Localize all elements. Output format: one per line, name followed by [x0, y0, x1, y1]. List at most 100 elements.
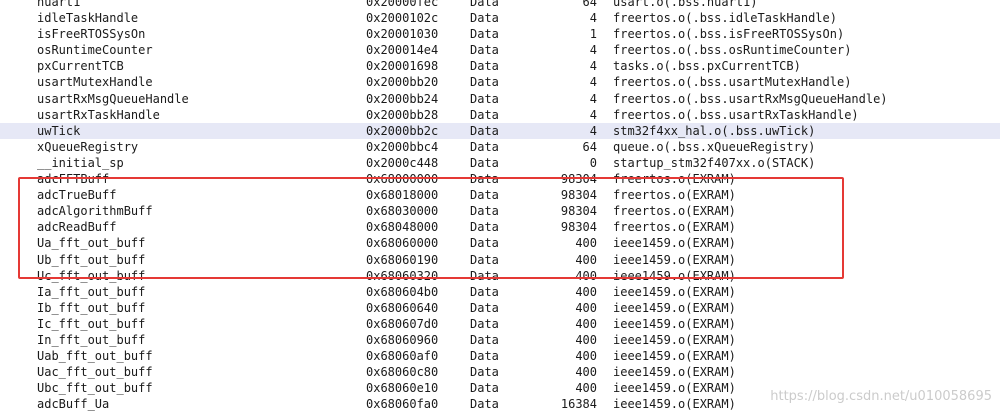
table-row[interactable]: Ic_fft_out_buff 0x680607d0 Data 400 ieee1459… — [0, 316, 1000, 332]
table-row[interactable]: pxCurrentTCB 0x20001698 Data 4 tasks.o(.bss.… — [0, 58, 1000, 74]
symbol-size: 98304 — [560, 188, 597, 203]
symbol-type: Data — [470, 268, 499, 283]
symbol-object: ieee1459.o(EXRAM) — [613, 284, 736, 299]
symbol-type: Data — [470, 252, 499, 267]
symbol-address: 0x2000bb28 — [366, 107, 439, 122]
symbol-address: 0x20000fec — [366, 0, 439, 9]
table-row[interactable]: adcFFTBuff 0x68000000 Data 98304 freertos.o(… — [0, 171, 1000, 187]
symbol-type: Data — [470, 332, 499, 347]
table-row[interactable]: Ib_fft_out_buff 0x68060640 Data 400 ieee1459… — [0, 300, 1000, 316]
symbol-size: 400 — [575, 252, 597, 267]
symbol-address: 0x68018000 — [366, 188, 439, 203]
symbol-name: idleTaskHandle — [37, 11, 139, 26]
symbol-type: Data — [470, 139, 499, 154]
symbol-address: 0x68060e10 — [366, 381, 439, 396]
symbol-size: 64 — [582, 139, 597, 154]
table-row[interactable]: Ia_fft_out_buff 0x680604b0 Data 400 ieee1459… — [0, 284, 1000, 300]
table-row[interactable]: adcTrueBuff 0x68018000 Data 98304 freertos.o… — [0, 187, 1000, 203]
symbol-size: 4 — [589, 107, 597, 122]
symbol-size: 400 — [575, 268, 597, 283]
table-row[interactable]: usartRxTaskHandle 0x2000bb28 Data 4 freertos… — [0, 107, 1000, 123]
table-row[interactable]: In_fft_out_buff 0x68060960 Data 400 ieee1459… — [0, 332, 1000, 348]
symbol-size: 98304 — [560, 220, 597, 235]
symbol-size: 400 — [575, 300, 597, 315]
table-row[interactable]: adcReadBuff 0x68048000 Data 98304 freertos.o… — [0, 219, 1000, 235]
symbol-size: 98304 — [560, 172, 597, 187]
symbol-name: Ib_fft_out_buff — [37, 300, 146, 315]
symbol-object: ieee1459.o(EXRAM) — [613, 252, 736, 267]
symbol-address: 0x2000bbc4 — [366, 139, 439, 154]
symbol-object: tasks.o(.bss.pxCurrentTCB) — [613, 59, 801, 74]
symbol-size: 1 — [589, 27, 597, 42]
symbol-object: freertos.o(.bss.usartRxTaskHandle) — [613, 107, 859, 122]
symbol-type: Data — [470, 220, 499, 235]
table-row[interactable]: idleTaskHandle 0x2000102c Data 4 freertos.o(… — [0, 10, 1000, 26]
symbol-name: Uac_fft_out_buff — [37, 365, 153, 380]
symbol-object: usart.o(.bss.huart1) — [613, 0, 758, 9]
symbol-type: Data — [470, 155, 499, 170]
symbol-name: Ic_fft_out_buff — [37, 316, 146, 331]
symbol-name: huart1 — [37, 0, 81, 9]
table-row[interactable]: Uac_fft_out_buff 0x68060c80 Data 400 ieee145… — [0, 364, 1000, 380]
symbol-name: Ubc_fft_out_buff — [37, 381, 153, 396]
table-row[interactable]: Uc_fft_out_buff 0x68060320 Data 400 ieee1459… — [0, 268, 1000, 284]
table-row[interactable]: usartMutexHandle 0x2000bb20 Data 4 freertos.… — [0, 74, 1000, 90]
symbol-type: Data — [470, 91, 499, 106]
table-row[interactable]: xQueueRegistry 0x2000bbc4 Data 64 queue.o(.b… — [0, 139, 1000, 155]
symbol-address: 0x2000c448 — [366, 155, 439, 170]
symbol-address: 0x68060640 — [366, 300, 439, 315]
symbol-address: 0x68000000 — [366, 172, 439, 187]
symbol-object: queue.o(.bss.xQueueRegistry) — [613, 139, 816, 154]
symbol-address: 0x68060960 — [366, 332, 439, 347]
symbol-object: ieee1459.o(EXRAM) — [613, 316, 736, 331]
symbol-address: 0x680607d0 — [366, 316, 439, 331]
symbol-type: Data — [470, 107, 499, 122]
symbol-size: 400 — [575, 316, 597, 331]
symbol-object: freertos.o(.bss.osRuntimeCounter) — [613, 43, 852, 58]
symbol-object: ieee1459.o(EXRAM) — [613, 381, 736, 396]
symbol-address: 0x68030000 — [366, 204, 439, 219]
symbol-object: ieee1459.o(EXRAM) — [613, 332, 736, 347]
symbol-object: ieee1459.o(EXRAM) — [613, 300, 736, 315]
symbol-name: adcFFTBuff — [37, 172, 110, 187]
table-row[interactable]: Uab_fft_out_buff 0x68060af0 Data 400 ieee145… — [0, 348, 1000, 364]
symbol-object: freertos.o(.bss.usartMutexHandle) — [613, 75, 852, 90]
table-row[interactable]: Ub_fft_out_buff 0x68060190 Data 400 ieee1459… — [0, 252, 1000, 268]
symbol-address: 0x68060af0 — [366, 349, 439, 364]
symbol-object: freertos.o(EXRAM) — [613, 204, 736, 219]
symbol-type: Data — [470, 365, 499, 380]
symbol-type: Data — [470, 204, 499, 219]
symbol-name: uwTick — [37, 123, 81, 138]
symbol-type: Data — [470, 43, 499, 58]
symbol-name: Uab_fft_out_buff — [37, 349, 153, 364]
symbol-table: huart1 0x20000fec Data 64 usart.o(.bss.huart… — [0, 0, 1000, 412]
symbol-name: adcAlgorithmBuff — [37, 204, 153, 219]
symbol-size: 400 — [575, 381, 597, 396]
symbol-address: 0x68060c80 — [366, 365, 439, 380]
symbol-type: Data — [470, 75, 499, 90]
table-row[interactable]: uwTick 0x2000bb2c Data 4 stm32f4xx_hal.o(.bs… — [0, 122, 1000, 139]
symbol-address: 0x2000102c — [366, 11, 439, 26]
symbol-address: 0x2000bb24 — [366, 91, 439, 106]
symbol-size: 4 — [589, 91, 597, 106]
watermark: https://blog.csdn.net/u010058695 — [770, 389, 992, 404]
symbol-type: Data — [470, 123, 499, 138]
symbol-type: Data — [470, 300, 499, 315]
table-row[interactable]: Ua_fft_out_buff 0x68060000 Data 400 ieee1459… — [0, 235, 1000, 251]
table-row[interactable]: isFreeRTOSSysOn 0x20001030 Data 1 freertos.o… — [0, 26, 1000, 42]
table-row[interactable]: adcAlgorithmBuff 0x68030000 Data 98304 freer… — [0, 203, 1000, 219]
table-row[interactable]: huart1 0x20000fec Data 64 usart.o(.bss.huart… — [0, 0, 1000, 10]
table-row[interactable]: __initial_sp 0x2000c448 Data 0 startup_stm32… — [0, 155, 1000, 171]
symbol-type: Data — [470, 284, 499, 299]
symbol-name: adcReadBuff — [37, 220, 117, 235]
symbol-type: Data — [470, 0, 499, 9]
symbol-object: ieee1459.o(EXRAM) — [613, 236, 736, 251]
symbol-object: ieee1459.o(EXRAM) — [613, 268, 736, 283]
table-row[interactable]: osRuntimeCounter 0x200014e4 Data 4 freertos.… — [0, 42, 1000, 58]
symbol-name: Ub_fft_out_buff — [37, 252, 146, 267]
table-row[interactable]: usartRxMsgQueueHandle 0x2000bb24 Data 4 free… — [0, 91, 1000, 107]
symbol-type: Data — [470, 188, 499, 203]
symbol-object: freertos.o(.bss.isFreeRTOSSysOn) — [613, 27, 845, 42]
symbol-address: 0x2000bb2c — [366, 123, 439, 138]
symbol-size: 64 — [582, 0, 597, 9]
